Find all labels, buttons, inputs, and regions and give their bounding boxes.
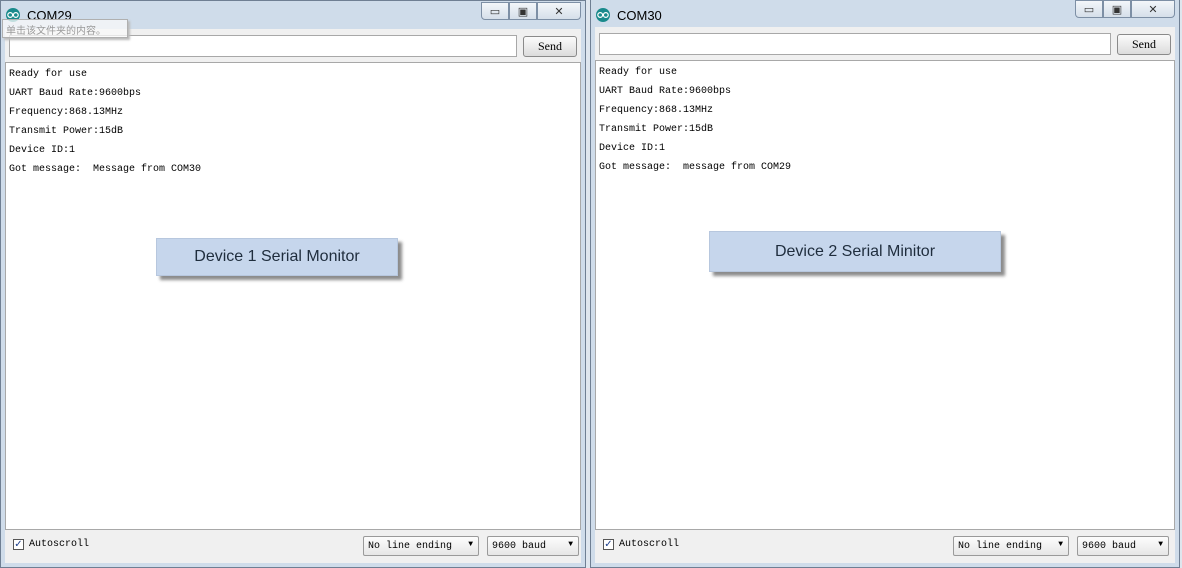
- close-button[interactable]: ✕: [1131, 0, 1175, 18]
- output-line: Device ID:1: [9, 145, 76, 156]
- window-client-area: Send Ready for use UART Baud Rate:9600bp…: [595, 27, 1175, 563]
- minimize-button[interactable]: ▭: [1075, 0, 1103, 18]
- window-title: COM30: [617, 8, 662, 23]
- maximize-button[interactable]: ▣: [1103, 0, 1131, 18]
- autoscroll-control[interactable]: ✓ Autoscroll: [13, 539, 89, 550]
- output-line: UART Baud Rate:9600bps: [9, 88, 142, 99]
- serial-output[interactable]: Ready for use UART Baud Rate:9600bps Fre…: [5, 62, 581, 530]
- title-bar[interactable]: COM30 ▭ ▣ ✕: [591, 0, 1179, 27]
- output-line: Frequency:868.13MHz: [9, 107, 124, 118]
- window-client-area: Send Ready for use UART Baud Rate:9600bp…: [5, 29, 581, 563]
- checkmark-icon: ✓: [14, 538, 23, 550]
- chevron-down-icon: ▼: [1058, 540, 1063, 549]
- device-2-caption: Device 2 Serial Minitor: [709, 231, 1001, 272]
- minimize-icon: ▭: [1083, 2, 1095, 16]
- maximize-icon: ▣: [1111, 2, 1123, 16]
- maximize-button[interactable]: ▣: [509, 2, 537, 20]
- output-line: Ready for use: [599, 67, 678, 78]
- chevron-down-icon: ▼: [468, 540, 473, 549]
- serial-input[interactable]: [9, 35, 517, 57]
- arduino-icon: [596, 8, 610, 22]
- baud-rate-dropdown[interactable]: 9600 baud ▼: [1077, 536, 1169, 556]
- chevron-down-icon: ▼: [1158, 540, 1163, 549]
- serial-monitor-window-com30: COM30 ▭ ▣ ✕ Send Ready for use UART Baud…: [590, 0, 1180, 568]
- send-button[interactable]: Send: [1117, 34, 1171, 55]
- maximize-icon: ▣: [517, 4, 529, 18]
- output-line: Frequency:868.13MHz: [599, 105, 714, 116]
- line-ending-dropdown[interactable]: No line ending ▼: [953, 536, 1069, 556]
- line-ending-dropdown[interactable]: No line ending ▼: [363, 536, 479, 556]
- chevron-down-icon: ▼: [568, 540, 573, 549]
- baud-rate-value: 9600 baud: [492, 541, 547, 552]
- serial-input[interactable]: [599, 33, 1111, 55]
- close-icon: ✕: [554, 4, 564, 18]
- send-button[interactable]: Send: [523, 36, 577, 57]
- device-1-caption: Device 1 Serial Monitor: [156, 238, 398, 276]
- status-bar: ✓ Autoscroll No line ending ▼ 9600 baud …: [5, 530, 581, 563]
- status-bar: ✓ Autoscroll No line ending ▼ 9600 baud …: [595, 530, 1175, 563]
- output-line: Got message: Message from COM30: [9, 164, 202, 175]
- autoscroll-checkbox[interactable]: ✓: [603, 539, 614, 550]
- output-line: Ready for use: [9, 69, 88, 80]
- autoscroll-control[interactable]: ✓ Autoscroll: [603, 539, 679, 550]
- checkmark-icon: ✓: [604, 538, 613, 550]
- line-ending-value: No line ending: [368, 541, 453, 552]
- autoscroll-checkbox[interactable]: ✓: [13, 539, 24, 550]
- output-line: Transmit Power:15dB: [9, 126, 124, 137]
- minimize-button[interactable]: ▭: [481, 2, 509, 20]
- tooltip: 单击该文件夹的内容。: [2, 19, 128, 38]
- autoscroll-label: Autoscroll: [619, 539, 680, 550]
- serial-monitor-window-com29: COM29 ▭ ▣ ✕ Send Ready for use UART Baud…: [0, 0, 586, 568]
- close-button[interactable]: ✕: [537, 2, 581, 20]
- baud-rate-dropdown[interactable]: 9600 baud ▼: [487, 536, 579, 556]
- baud-rate-value: 9600 baud: [1082, 541, 1137, 552]
- autoscroll-label: Autoscroll: [29, 539, 90, 550]
- input-row: Send: [595, 27, 1175, 59]
- line-ending-value: No line ending: [958, 541, 1043, 552]
- minimize-icon: ▭: [489, 4, 501, 18]
- output-line: Got message: message from COM29: [599, 162, 792, 173]
- close-icon: ✕: [1148, 2, 1158, 16]
- output-line: UART Baud Rate:9600bps: [599, 86, 732, 97]
- output-line: Device ID:1: [599, 143, 666, 154]
- serial-output[interactable]: Ready for use UART Baud Rate:9600bps Fre…: [595, 60, 1175, 530]
- output-line: Transmit Power:15dB: [599, 124, 714, 135]
